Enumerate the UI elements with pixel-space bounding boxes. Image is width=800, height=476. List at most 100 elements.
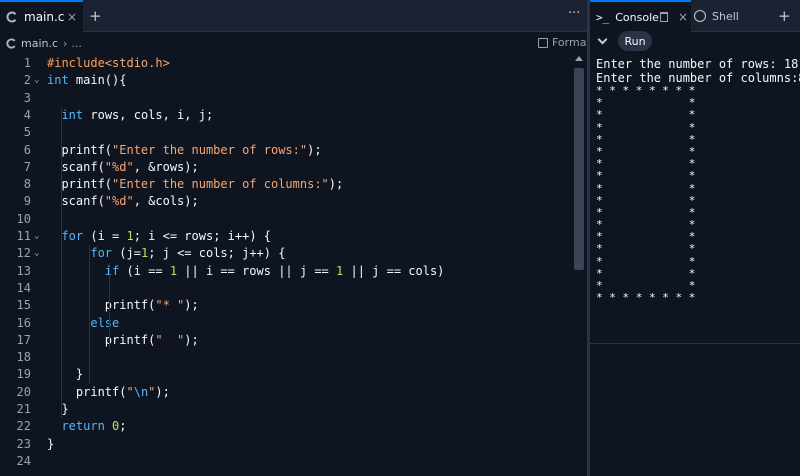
close-icon[interactable]: ×	[67, 10, 77, 24]
scroll-up-icon[interactable]	[575, 56, 583, 61]
console-toolbar: Run	[590, 31, 800, 52]
code-line[interactable]: 24	[0, 453, 572, 470]
code-line[interactable]: 3	[0, 90, 572, 107]
code-line[interactable]: 17 printf(" ");	[0, 332, 572, 349]
new-tab-button[interactable]: +	[89, 7, 102, 25]
code-text: printf("Enter the number of rows:");	[47, 142, 322, 159]
code-token: #include	[47, 56, 105, 70]
code-token: (i ==	[119, 263, 170, 278]
console-output: Enter the number of rows: 18 Enter the n…	[596, 57, 800, 304]
code-line[interactable]: 9 scanf("%d", &cols);	[0, 193, 572, 210]
code-line[interactable]: 4 int rows, cols, i, j;	[0, 107, 572, 124]
code-line[interactable]: 14	[0, 280, 572, 297]
code-text: if (i == 1 || i == rows || j == 1 || j =…	[47, 263, 445, 280]
chevron-down-icon[interactable]	[597, 34, 608, 45]
line-number: 24	[16, 453, 31, 468]
line-number: 4	[23, 107, 31, 122]
code-text: #include<stdio.h>	[47, 55, 170, 72]
code-text: printf("\n");	[47, 384, 170, 401]
tab-console[interactable]: >_ Console ×	[590, 0, 691, 32]
close-icon[interactable]: ×	[678, 10, 688, 24]
code-line[interactable]: 7 scanf("%d", &rows);	[0, 159, 572, 176]
code-token: "Enter the number of rows:"	[112, 142, 308, 157]
code-line[interactable]: 12 ⌄ for (j=1; j <= cols; j++) {	[0, 245, 572, 262]
line-number: 22	[16, 419, 31, 434]
code-token: printf(	[47, 177, 113, 192]
code-line[interactable]: 15 printf("* ");	[0, 297, 572, 314]
code-token: if	[104, 263, 120, 278]
console-tab-label: Console	[615, 10, 659, 24]
code-token: scanf(	[47, 194, 105, 209]
run-button[interactable]: Run	[618, 31, 652, 51]
code-token: ; i <= rows; i++) {	[133, 229, 272, 243]
code-token: "%d"	[104, 159, 134, 174]
more-options-icon[interactable]: ···	[568, 6, 580, 21]
format-button[interactable]: Format	[538, 36, 591, 49]
code-line[interactable]: 11 ⌄ for (i = 1; i <= rows; i++) {	[0, 228, 572, 245]
code-token: , &cols);	[133, 194, 199, 209]
code-line[interactable]: 8 printf("Enter the number of columns:")…	[0, 176, 572, 193]
new-tab-button[interactable]: +	[778, 7, 791, 25]
code-line[interactable]: 1 #include<stdio.h>	[0, 55, 572, 72]
line-number: 21	[16, 402, 31, 416]
fold-chevron-icon[interactable]: ⌄	[34, 228, 39, 245]
console-line: * *	[596, 108, 696, 122]
code-text: }	[47, 436, 54, 453]
code-text: scanf("%d", &cols);	[47, 193, 199, 210]
code-token: printf(	[47, 142, 113, 157]
code-text: }	[47, 366, 83, 383]
code-text: for (j=1; j <= cols; j++) {	[47, 245, 285, 262]
code-line[interactable]: 19 }	[0, 366, 572, 383]
code-token: else	[90, 315, 120, 330]
code-line[interactable]: 18	[0, 349, 572, 366]
line-number: 8	[23, 177, 31, 192]
fold-chevron-icon[interactable]: ⌄	[34, 245, 39, 262]
trash-icon[interactable]	[660, 12, 668, 22]
fold-chevron-icon[interactable]: ⌄	[34, 72, 39, 89]
code-token: (i =	[83, 229, 127, 243]
c-file-icon	[6, 11, 17, 23]
code-line[interactable]: 2 ⌄ int main(){	[0, 72, 572, 89]
line-number: 15	[16, 298, 31, 313]
code-token: printf(	[47, 298, 156, 313]
console-line: Enter the number of columns:8	[596, 70, 800, 85]
code-text: printf(" ");	[47, 332, 199, 349]
code-token: \n	[133, 384, 149, 399]
line-number: 9	[23, 194, 31, 209]
line-number: 1	[23, 56, 31, 70]
code-line[interactable]: 23}	[0, 436, 572, 453]
code-line[interactable]: 21 }	[0, 401, 572, 418]
tab-main-c[interactable]: main.c ×	[0, 0, 83, 32]
code-line[interactable]: 20 printf("\n");	[0, 384, 572, 401]
code-editor[interactable]: 1 #include<stdio.h> 2 ⌄ int main(){3 4 int ro…	[0, 54, 588, 476]
code-text: int main(){	[47, 72, 126, 89]
indent-guide	[89, 245, 90, 384]
indent-guide	[61, 106, 62, 419]
line-number: 23	[16, 436, 31, 451]
code-line[interactable]: 16 else	[0, 315, 572, 332]
editor-scrollbar-thumb[interactable]	[574, 68, 584, 270]
line-number: 17	[16, 332, 31, 347]
code-token: 1	[169, 263, 178, 278]
code-line[interactable]: 10	[0, 211, 572, 228]
breadcrumb-file[interactable]: main.c	[21, 37, 58, 50]
code-token: }	[47, 367, 84, 382]
tab-shell[interactable]: Shell	[694, 0, 739, 32]
code-token: );	[307, 142, 322, 157]
code-line[interactable]: 5	[0, 124, 572, 141]
line-number: 12	[16, 246, 31, 261]
code-line[interactable]: 6 printf("Enter the number of rows:");	[0, 142, 572, 159]
console-tab-bar: >_ Console × Shell +	[590, 0, 800, 32]
code-token: ; j <= cols; j++) {	[148, 246, 286, 261]
code-line[interactable]: 22 return 0;	[0, 418, 572, 435]
code-token: return	[61, 419, 105, 434]
breadcrumb-more[interactable]: ...	[71, 37, 82, 50]
line-number: 3	[23, 90, 31, 105]
code-line[interactable]: 13 if (i == 1 || i == rows || j == 1 || …	[0, 263, 572, 280]
